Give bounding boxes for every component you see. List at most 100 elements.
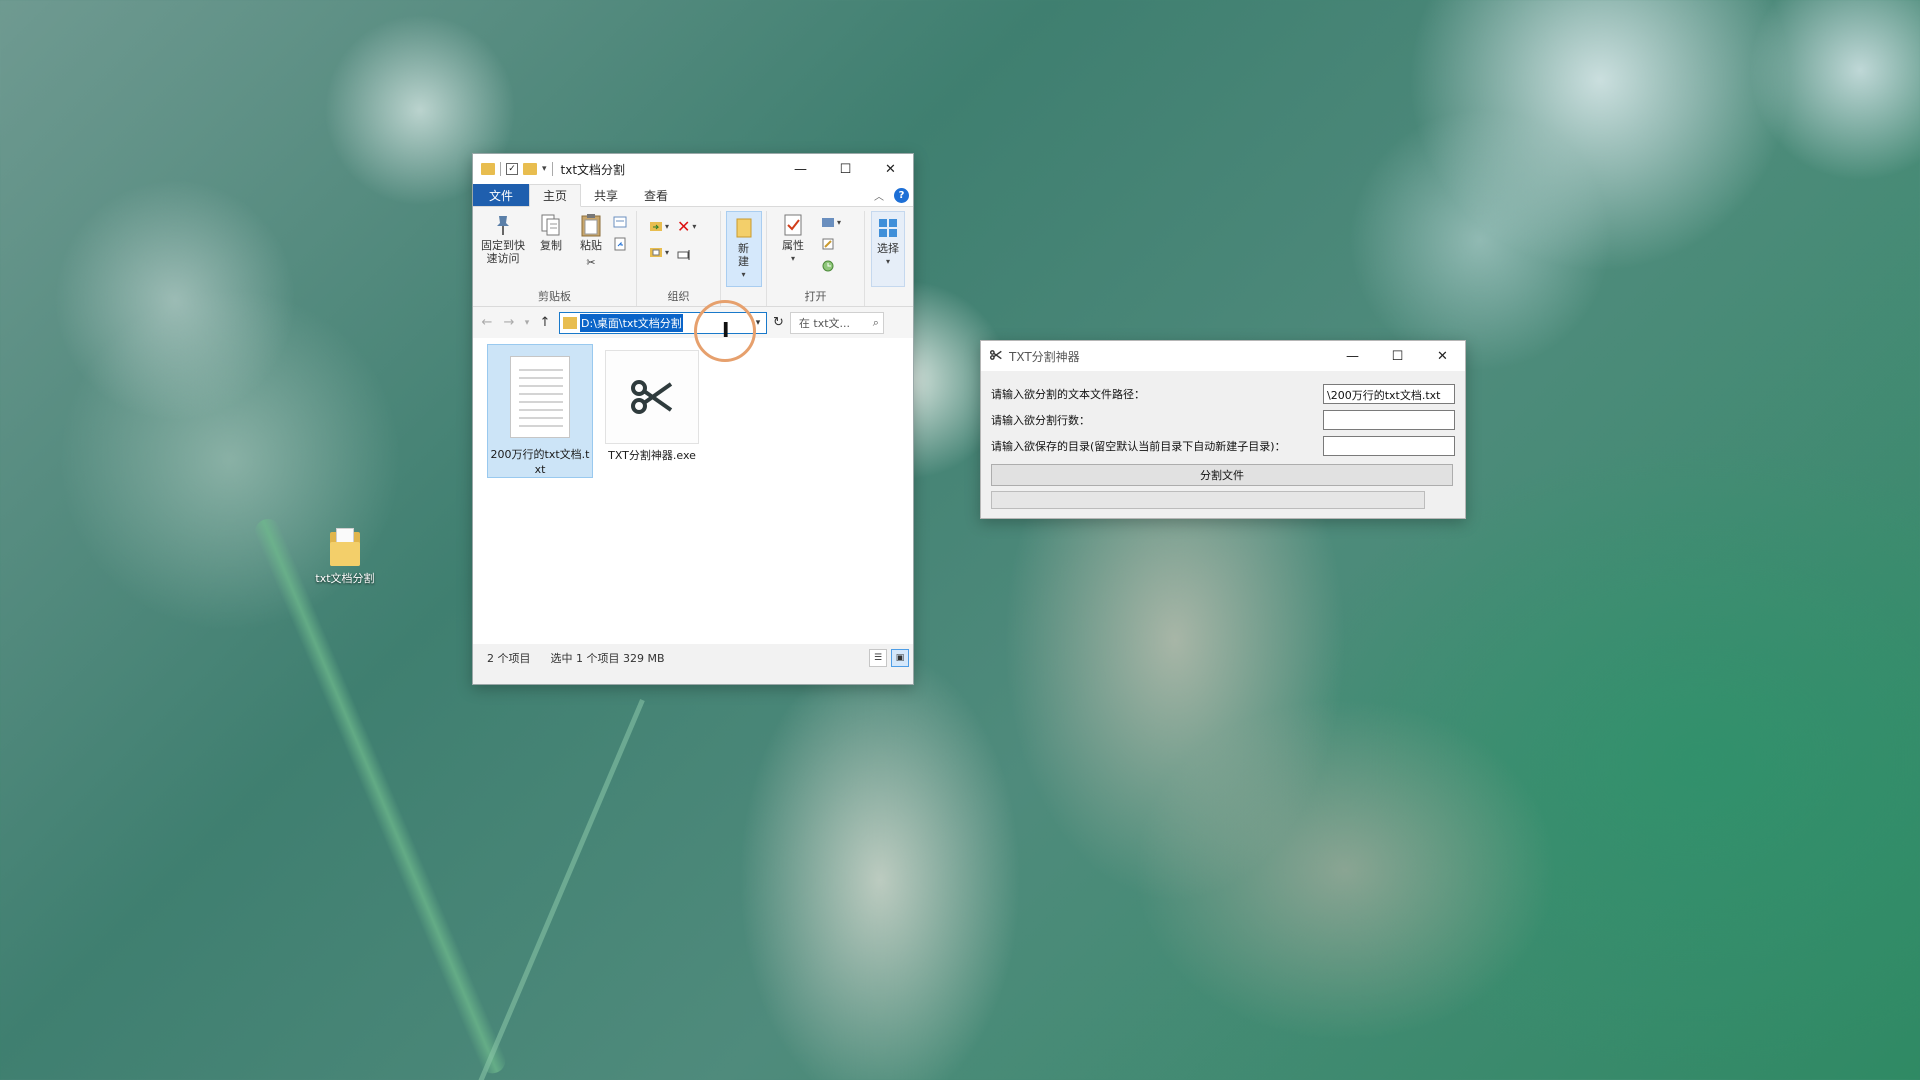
item-count: 2 个项目 bbox=[487, 652, 531, 665]
new-folder-quick-icon[interactable] bbox=[523, 163, 537, 175]
ribbon-tabs: 文件 主页 共享 查看 ︿ ? bbox=[473, 184, 913, 207]
ribbon-group-open: 属性 ▾ ▾ 打开 bbox=[767, 211, 865, 306]
delete-x-icon: ✕ bbox=[677, 217, 691, 236]
dialog-title: TXT分割神器 bbox=[1009, 349, 1080, 364]
pin-icon bbox=[491, 211, 515, 239]
folder-icon bbox=[481, 163, 495, 175]
properties-button[interactable]: 属性 ▾ bbox=[775, 211, 811, 288]
cut-icon[interactable]: ✂ bbox=[586, 256, 595, 269]
copy-button[interactable]: 复制 bbox=[533, 211, 569, 288]
search-input[interactable]: 在 txt文... ⌕ bbox=[789, 311, 884, 334]
tab-view[interactable]: 查看 bbox=[631, 184, 681, 206]
close-button[interactable]: ✕ bbox=[868, 154, 913, 184]
save-dir-input[interactable] bbox=[1323, 436, 1455, 456]
file-item-exe[interactable]: TXT分割神器.exe bbox=[599, 344, 705, 478]
file-path-input[interactable]: \200万行的txt文档.txt bbox=[1323, 384, 1455, 404]
copy-to-folder-icon bbox=[650, 248, 662, 257]
large-icons-view-icon[interactable]: ▣ bbox=[891, 649, 909, 667]
paste-button[interactable]: 粘贴 ✂ bbox=[573, 211, 609, 288]
split-progress-bar bbox=[991, 491, 1425, 509]
copy-icon bbox=[539, 211, 563, 239]
copy-to-button[interactable]: ▾ bbox=[649, 245, 669, 259]
address-path-text: D:\桌面\txt文档分割 bbox=[580, 313, 683, 332]
group-label-organize: 组织 bbox=[667, 290, 690, 303]
properties-check-icon bbox=[781, 211, 805, 239]
maximize-button[interactable]: ☐ bbox=[823, 154, 868, 184]
minimize-button[interactable]: — bbox=[1330, 341, 1375, 371]
ribbon-group-clipboard: 固定到快 速访问 复制 粘贴 ✂ 剪贴板 bbox=[473, 211, 637, 306]
save-dir-label: 请输入欲保存的目录(留空默认当前目录下自动新建子目录)： bbox=[991, 440, 1286, 453]
search-placeholder: 在 txt文... bbox=[798, 316, 851, 330]
paste-icon bbox=[579, 211, 603, 239]
collapse-ribbon-chevron-icon[interactable]: ︿ bbox=[874, 188, 884, 203]
line-count-input[interactable] bbox=[1323, 410, 1455, 430]
recent-locations-chevron-icon[interactable]: ▾ bbox=[523, 318, 531, 328]
select-button[interactable]: 选择 ▾ bbox=[871, 211, 905, 287]
details-view-icon[interactable]: ☰ bbox=[869, 649, 887, 667]
file-explorer-window: ✓ ▾ txt文档分割 — ☐ ✕ 文件 主页 共享 查看 ︿ ? 固定到快 速… bbox=[472, 153, 914, 685]
paste-shortcut-icon[interactable] bbox=[613, 237, 627, 251]
background-grass-blade bbox=[251, 514, 510, 1078]
move-to-folder-icon bbox=[650, 222, 662, 231]
copy-path-icon[interactable] bbox=[613, 215, 627, 229]
pin-label: 固定到快 速访问 bbox=[481, 239, 525, 265]
desktop-folder-shortcut[interactable]: txt文档分割 bbox=[305, 528, 385, 586]
new-folder-icon bbox=[732, 214, 756, 242]
explorer-titlebar[interactable]: ✓ ▾ txt文档分割 — ☐ ✕ bbox=[473, 154, 913, 184]
select-grid-icon bbox=[876, 214, 900, 242]
splitter-titlebar[interactable]: TXT分割神器 — ☐ ✕ bbox=[981, 341, 1465, 371]
customize-toolbar-dropdown-icon[interactable]: ▾ bbox=[542, 164, 547, 174]
field-row-save-dir: 请输入欲保存的目录(留空默认当前目录下自动新建子目录)： bbox=[991, 433, 1455, 459]
ribbon-group-new: 新 建 ▾ bbox=[721, 211, 767, 306]
field-row-line-count: 请输入欲分割行数： bbox=[991, 407, 1455, 433]
selection-info: 选中 1 个项目 329 MB bbox=[550, 652, 665, 665]
delete-button[interactable]: ✕ ▾ bbox=[677, 217, 696, 236]
paste-label: 粘贴 bbox=[580, 239, 602, 252]
folder-icon bbox=[563, 316, 577, 329]
select-label: 选择 bbox=[877, 242, 899, 255]
ribbon-group-organize: ▾ ▾ ✕ ▾ 组织 bbox=[637, 211, 721, 306]
close-button[interactable]: ✕ bbox=[1420, 341, 1465, 371]
tab-home[interactable]: 主页 bbox=[529, 184, 582, 207]
file-item-txt[interactable]: 200万行的txt文档.txt bbox=[487, 344, 593, 478]
file-list-area[interactable]: 200万行的txt文档.txt TXT分割神器.exe bbox=[473, 338, 913, 644]
window-title: txt文档分割 bbox=[560, 162, 626, 177]
split-file-button[interactable]: 分割文件 bbox=[991, 464, 1453, 486]
search-icon: ⌕ bbox=[872, 315, 879, 329]
open-button[interactable]: ▾ bbox=[821, 215, 841, 229]
file-name: 200万行的txt文档.txt bbox=[490, 448, 590, 476]
status-bar: 2 个项目 选中 1 个项目 329 MB ☰ ▣ bbox=[473, 644, 913, 672]
new-button[interactable]: 新 建 ▾ bbox=[725, 211, 762, 287]
maximize-button[interactable]: ☐ bbox=[1375, 341, 1420, 371]
edit-icon[interactable] bbox=[821, 237, 835, 251]
rename-button[interactable] bbox=[677, 248, 696, 265]
folder-icon bbox=[330, 528, 360, 566]
refresh-icon[interactable]: ↻ bbox=[773, 315, 784, 330]
line-count-label: 请输入欲分割行数： bbox=[991, 414, 1090, 427]
file-path-label: 请输入欲分割的文本文件路径： bbox=[991, 388, 1145, 401]
tab-share[interactable]: 共享 bbox=[581, 184, 631, 206]
move-to-button[interactable]: ▾ bbox=[649, 219, 669, 233]
history-icon[interactable] bbox=[821, 259, 835, 273]
scissors-icon bbox=[605, 350, 699, 444]
field-row-file-path: 请输入欲分割的文本文件路径： \200万行的txt文档.txt bbox=[991, 381, 1455, 407]
copy-label: 复制 bbox=[540, 239, 562, 252]
ribbon-group-select: 选择 ▾ bbox=[865, 211, 911, 306]
back-arrow-icon[interactable]: ← bbox=[479, 315, 495, 330]
tab-file[interactable]: 文件 bbox=[473, 184, 530, 206]
file-name: TXT分割神器.exe bbox=[608, 449, 696, 462]
address-bar-row: ← → ▾ ↑ D:\桌面\txt文档分割 ▾ ↻ 在 txt文... ⌕ bbox=[473, 307, 913, 338]
quick-access-toolbar: ✓ ▾ bbox=[481, 162, 553, 176]
pin-to-quick-access-button[interactable]: 固定到快 速访问 bbox=[477, 211, 529, 288]
minimize-button[interactable]: — bbox=[778, 154, 823, 184]
forward-arrow-icon[interactable]: → bbox=[501, 315, 517, 330]
open-icon bbox=[822, 218, 834, 227]
address-input[interactable]: D:\桌面\txt文档分割 ▾ bbox=[559, 311, 767, 334]
help-icon[interactable]: ? bbox=[894, 187, 909, 203]
properties-label: 属性 bbox=[782, 239, 804, 252]
text-document-icon bbox=[493, 351, 587, 443]
group-label-open: 打开 bbox=[804, 290, 827, 303]
properties-quick-icon[interactable]: ✓ bbox=[506, 163, 518, 175]
address-dropdown-chevron-icon[interactable]: ▾ bbox=[750, 318, 766, 328]
up-arrow-icon[interactable]: ↑ bbox=[537, 315, 553, 330]
